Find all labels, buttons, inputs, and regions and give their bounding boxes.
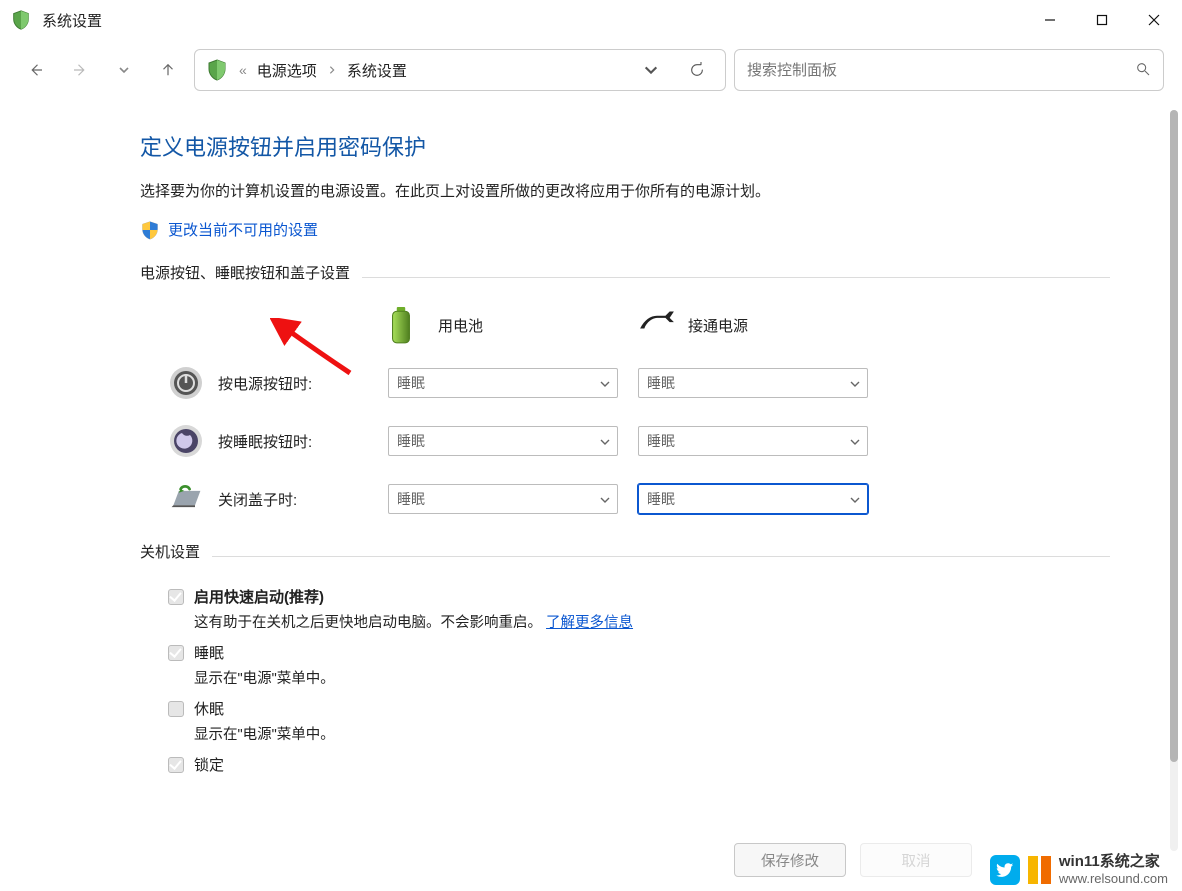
combo-lid-battery[interactable]: 睡眠: [388, 484, 618, 514]
cancel-button[interactable]: 取消: [860, 843, 972, 877]
breadcrumb-parent[interactable]: 电源选项: [257, 60, 317, 81]
chevron-down-icon: [849, 493, 861, 505]
plug-icon: [638, 307, 674, 343]
hibernate-sub: 显示在"电源"菜单中。: [194, 723, 948, 744]
shutdown-item-hibernate: 休眠 显示在"电源"菜单中。: [168, 698, 948, 744]
sleep-button-icon: [168, 423, 204, 459]
row-lid-label: 关闭盖子时:: [218, 489, 297, 510]
change-unavailable-settings[interactable]: 更改当前不可用的设置: [140, 219, 1164, 240]
breadcrumb-current[interactable]: 系统设置: [347, 60, 407, 81]
checkbox-sleep[interactable]: [168, 645, 184, 661]
vertical-scrollbar[interactable]: [1170, 110, 1178, 851]
search-icon[interactable]: [1135, 61, 1151, 80]
refresh-button[interactable]: [679, 52, 715, 88]
up-button[interactable]: [150, 52, 186, 88]
power-button-icon: [168, 365, 204, 401]
shutdown-item-fast-startup: 启用快速启动(推荐) 这有助于在关机之后更快地启动电脑。不会影响重启。 了解更多…: [168, 586, 948, 632]
close-button[interactable]: [1128, 0, 1180, 40]
uac-shield-icon: [140, 220, 160, 240]
fast-startup-title: 启用快速启动(推荐): [194, 586, 948, 607]
combo-sleep-plugged[interactable]: 睡眠: [638, 426, 868, 456]
lid-icon: [168, 481, 204, 517]
watermark: win11系统之家 www.relsound.com: [990, 853, 1168, 887]
save-button[interactable]: 保存修改: [734, 843, 846, 877]
sleep-sub: 显示在"电源"菜单中。: [194, 667, 948, 688]
chevron-down-icon: [599, 435, 611, 447]
page-description: 选择要为你的计算机设置的电源设置。在此页上对设置所做的更改将应用于你所有的电源计…: [140, 180, 1020, 201]
combo-sleep-battery[interactable]: 睡眠: [388, 426, 618, 456]
breadcrumb-ellipsis[interactable]: «: [239, 62, 247, 78]
battery-icon: [388, 307, 424, 343]
combo-lid-plugged[interactable]: 睡眠: [638, 484, 868, 514]
column-plugged-label: 接通电源: [688, 315, 748, 336]
hibernate-title: 休眠: [194, 698, 948, 719]
address-bar[interactable]: « 电源选项 系统设置: [194, 49, 726, 91]
checkbox-lock[interactable]: [168, 757, 184, 773]
watermark-url: www.relsound.com: [1059, 871, 1168, 887]
search-input[interactable]: [747, 62, 1135, 79]
row-sleep-label: 按睡眠按钮时:: [218, 431, 312, 452]
page-title: 定义电源按钮并启用密码保护: [140, 130, 1164, 162]
window-title: 系统设置: [42, 10, 102, 31]
forward-button[interactable]: [62, 52, 98, 88]
shutdown-item-lock: 锁定: [168, 754, 948, 775]
column-battery-label: 用电池: [438, 315, 483, 336]
minimize-button[interactable]: [1024, 0, 1076, 40]
control-panel-icon: [205, 58, 229, 82]
checkbox-fast-startup[interactable]: [168, 589, 184, 605]
section-shutdown-title: 关机设置: [140, 541, 200, 562]
checkbox-hibernate[interactable]: [168, 701, 184, 717]
address-dropdown-button[interactable]: [633, 52, 669, 88]
column-plugged: 接通电源: [638, 307, 878, 343]
chevron-right-icon: [327, 65, 337, 75]
twitter-icon: [990, 855, 1020, 885]
lock-title: 锁定: [194, 754, 948, 775]
combo-power-battery[interactable]: 睡眠: [388, 368, 618, 398]
section-buttons-title: 电源按钮、睡眠按钮和盖子设置: [140, 262, 350, 283]
row-power-label: 按电源按钮时:: [218, 373, 312, 394]
chevron-down-icon: [849, 377, 861, 389]
scrollbar-thumb[interactable]: [1170, 110, 1178, 762]
maximize-button[interactable]: [1076, 0, 1128, 40]
chevron-down-icon: [849, 435, 861, 447]
change-unavailable-settings-link[interactable]: 更改当前不可用的设置: [168, 219, 318, 240]
content-area: 定义电源按钮并启用密码保护 选择要为你的计算机设置的电源设置。在此页上对设置所做…: [0, 100, 1164, 891]
footer-buttons: 保存修改 取消: [734, 843, 972, 877]
chevron-down-icon: [599, 377, 611, 389]
learn-more-link[interactable]: 了解更多信息: [546, 615, 633, 631]
shutdown-settings-list: 启用快速启动(推荐) 这有助于在关机之后更快地启动电脑。不会影响重启。 了解更多…: [168, 586, 948, 775]
recent-dropdown-button[interactable]: [106, 52, 142, 88]
title-bar: 系统设置: [0, 0, 1182, 40]
fast-startup-sub: 这有助于在关机之后更快地启动电脑。不会影响重启。 了解更多信息: [194, 611, 948, 632]
chevron-down-icon: [599, 493, 611, 505]
search-box[interactable]: [734, 49, 1164, 91]
column-battery: 用电池: [388, 307, 628, 343]
watermark-title: win11系统之家: [1059, 853, 1168, 871]
back-button[interactable]: [18, 52, 54, 88]
shutdown-item-sleep: 睡眠 显示在"电源"菜单中。: [168, 642, 948, 688]
sleep-title: 睡眠: [194, 642, 948, 663]
combo-power-plugged[interactable]: 睡眠: [638, 368, 868, 398]
nav-toolbar: « 电源选项 系统设置: [0, 40, 1182, 100]
power-buttons-grid: 用电池 接通电源 按电源按钮时: 睡眠 睡眠: [168, 307, 1164, 517]
app-icon: [10, 9, 32, 31]
brand-icon: [1028, 856, 1051, 884]
